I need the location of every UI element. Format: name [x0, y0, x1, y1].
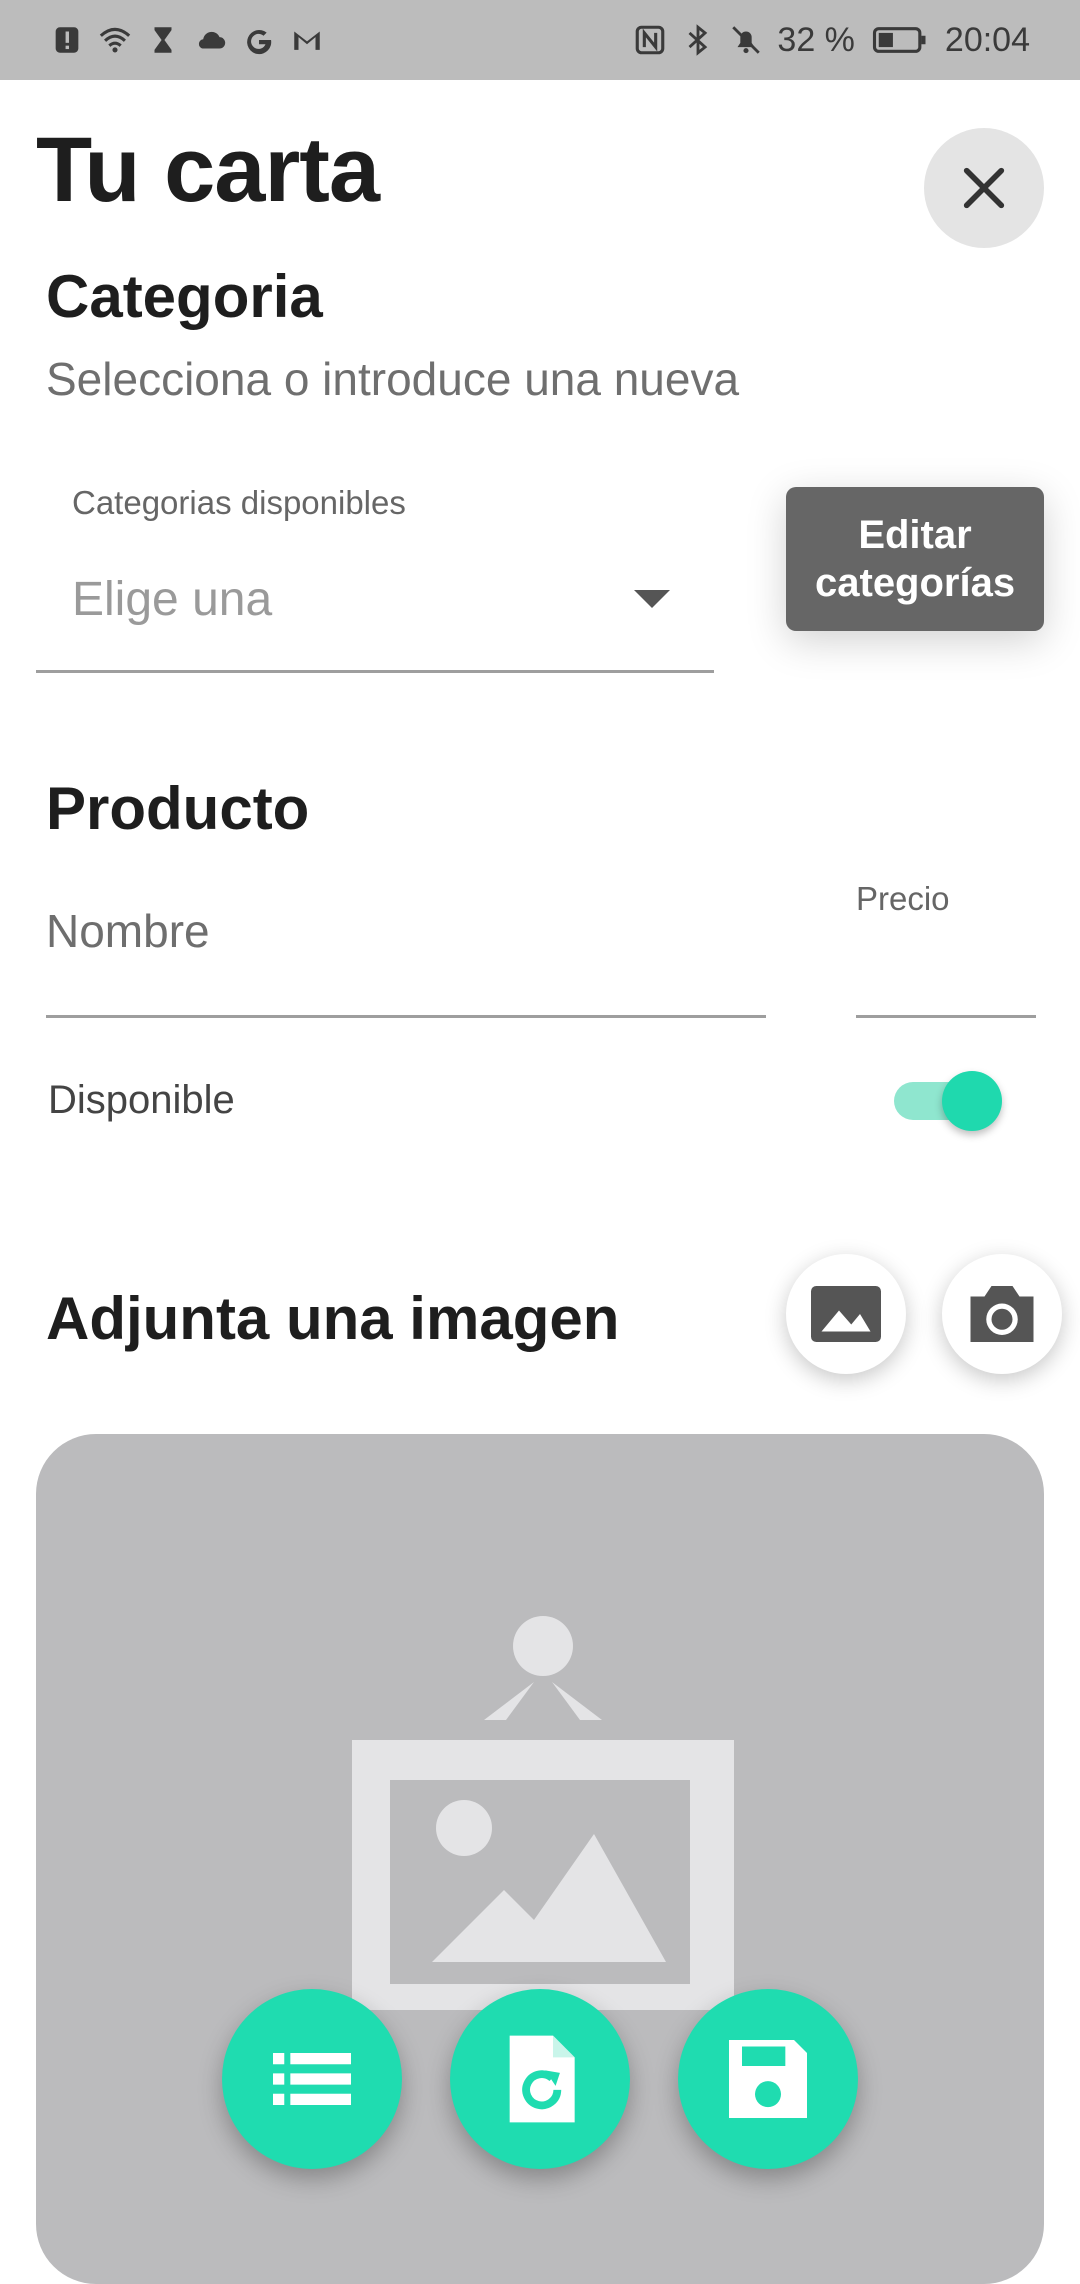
categoria-subtitle: Selecciona o introduce una nueva	[46, 353, 740, 405]
battery-percent: 32 %	[777, 20, 855, 59]
camera-button[interactable]	[942, 1254, 1062, 1374]
name-underline	[46, 1015, 766, 1018]
dropdown-arrow-icon[interactable]	[634, 590, 670, 608]
page-title: Tu carta	[36, 119, 380, 221]
producto-title: Producto	[46, 775, 310, 842]
edit-categories-label: Editar categorías	[815, 513, 1016, 605]
gmail-icon	[290, 23, 324, 57]
available-label: Disponible	[48, 1078, 235, 1122]
mute-icon	[729, 23, 763, 57]
cloud-icon	[194, 23, 228, 57]
dropdown-underline	[36, 670, 714, 673]
hourglass-icon	[146, 23, 180, 57]
close-icon	[963, 167, 1005, 209]
price-underline[interactable]	[856, 1015, 1036, 1018]
status-right-icons: 32 % 20:04	[633, 21, 1030, 60]
gallery-icon	[811, 1286, 881, 1342]
list-icon	[273, 2053, 351, 2105]
imagen-title: Adjunta una imagen	[46, 1285, 620, 1352]
bluetooth-icon	[681, 23, 715, 57]
close-button[interactable]	[924, 128, 1044, 248]
alert-icon	[50, 23, 84, 57]
price-label: Precio	[856, 880, 950, 917]
name-placeholder[interactable]: Nombre	[46, 904, 210, 958]
toggle-thumb[interactable]	[942, 1071, 1002, 1131]
restore-file-icon	[509, 2035, 575, 2123]
battery-icon	[869, 23, 931, 57]
camera-icon	[970, 1286, 1034, 1342]
nfc-icon	[633, 23, 667, 57]
categoria-title: Categoria	[46, 263, 323, 330]
dropdown-label: Categorias disponibles	[72, 484, 406, 521]
image-placeholder-icon	[352, 1616, 734, 2010]
save-icon	[729, 2040, 807, 2118]
status-left-icons	[50, 23, 324, 57]
clock: 20:04	[944, 20, 1030, 59]
save-button[interactable]	[678, 1989, 858, 2169]
edit-categories-button[interactable]: Editar categorías	[786, 487, 1044, 631]
dropdown-value[interactable]: Elige una	[72, 572, 272, 627]
wifi-icon	[98, 23, 132, 57]
status-bar: 32 % 20:04	[0, 0, 1080, 80]
list-button[interactable]	[222, 1989, 402, 2169]
google-icon	[242, 23, 276, 57]
gallery-button[interactable]	[786, 1254, 906, 1374]
restore-button[interactable]	[450, 1989, 630, 2169]
